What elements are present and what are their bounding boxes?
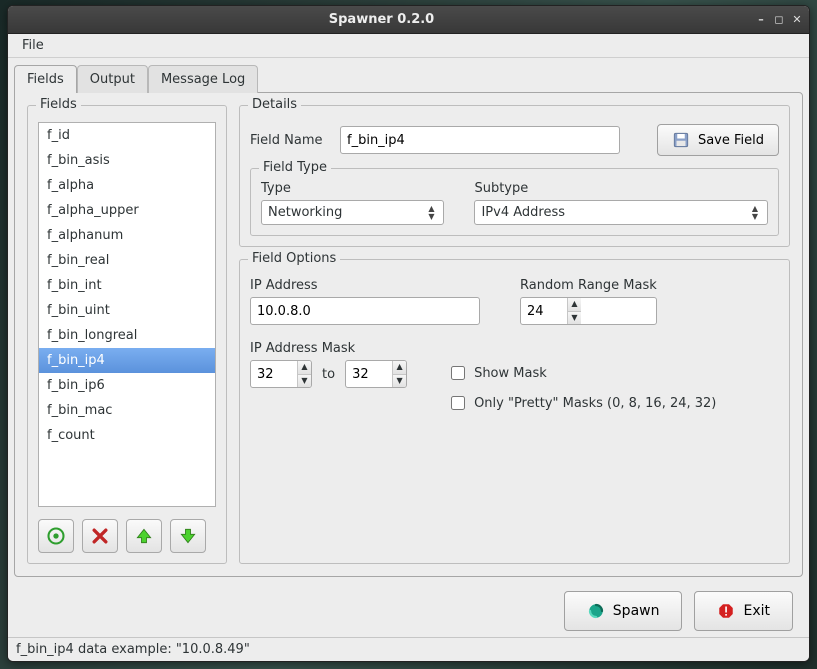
move-down-button[interactable] — [170, 519, 206, 553]
spawn-button[interactable]: Spawn — [564, 591, 683, 631]
fields-legend: Fields — [36, 97, 81, 112]
spawn-label: Spawn — [613, 603, 660, 619]
tab-output[interactable]: Output — [77, 65, 148, 93]
delete-icon — [90, 526, 110, 546]
list-item[interactable]: f_bin_ip6 — [39, 373, 215, 398]
fields-group: Fields f_idf_bin_asisf_alphaf_alpha_uppe… — [27, 105, 227, 564]
spin-up-icon[interactable]: ▲ — [298, 361, 311, 375]
type-select[interactable]: Networking ▲▼ — [261, 200, 444, 225]
save-field-label: Save Field — [698, 133, 764, 148]
field-type-group: Field Type Type Networking ▲▼ Subtype — [250, 168, 779, 236]
spin-up-icon[interactable]: ▲ — [393, 361, 406, 375]
ip-address-input[interactable] — [250, 297, 480, 325]
random-range-mask-spinner[interactable]: ▲▼ — [520, 297, 657, 325]
tab-message-log[interactable]: Message Log — [148, 65, 258, 93]
show-mask-row[interactable]: Show Mask — [447, 363, 716, 383]
arrow-up-icon — [134, 526, 154, 546]
subtype-select-value: IPv4 Address — [481, 205, 565, 220]
status-bar: f_bin_ip4 data example: "10.0.8.49" — [8, 637, 809, 661]
details-group: Details Field Name Save Field Field Type… — [239, 105, 790, 247]
exit-label: Exit — [743, 603, 770, 619]
app-window: Spawner 0.2.0 – ◻ ✕ File Fields Output M… — [7, 5, 810, 662]
fields-list[interactable]: f_idf_bin_asisf_alphaf_alpha_upperf_alph… — [38, 122, 216, 507]
list-item[interactable]: f_bin_asis — [39, 148, 215, 173]
field-type-legend: Field Type — [259, 160, 331, 175]
type-label: Type — [261, 181, 444, 196]
add-icon — [46, 526, 66, 546]
fields-list-buttons — [38, 519, 216, 553]
field-options-group: Field Options IP Address Random Range Ma… — [239, 259, 790, 564]
subtype-label: Subtype — [474, 181, 768, 196]
list-item[interactable]: f_bin_ip4 — [39, 348, 215, 373]
ip-mask-from-spinner[interactable]: ▲▼ — [250, 360, 312, 388]
pretty-masks-checkbox[interactable] — [451, 396, 465, 410]
delete-field-button[interactable] — [82, 519, 118, 553]
maximize-button[interactable]: ◻ — [773, 14, 785, 26]
field-name-input[interactable] — [340, 126, 620, 154]
ip-address-label: IP Address — [250, 278, 480, 293]
details-column: Details Field Name Save Field Field Type… — [239, 105, 790, 564]
minimize-button[interactable]: – — [755, 14, 767, 26]
chevron-updown-icon: ▲▼ — [423, 205, 439, 220]
move-up-button[interactable] — [126, 519, 162, 553]
tabstrip: Fields Output Message Log — [8, 58, 809, 92]
menubar: File — [8, 34, 809, 58]
list-item[interactable]: f_alpha — [39, 173, 215, 198]
show-mask-checkbox[interactable] — [451, 366, 465, 380]
tabpanel-fields: Fields f_idf_bin_asisf_alphaf_alpha_uppe… — [14, 92, 803, 577]
random-range-mask-input[interactable] — [521, 298, 567, 324]
chevron-updown-icon: ▲▼ — [747, 205, 763, 220]
list-item[interactable]: f_bin_longreal — [39, 323, 215, 348]
exit-button[interactable]: Exit — [694, 591, 793, 631]
random-range-mask-label: Random Range Mask — [520, 278, 657, 293]
ip-mask-to-spinner[interactable]: ▲▼ — [345, 360, 407, 388]
spin-down-icon[interactable]: ▼ — [393, 375, 406, 388]
list-item[interactable]: f_count — [39, 423, 215, 448]
spin-up-icon[interactable]: ▲ — [568, 298, 581, 312]
pretty-masks-label: Only "Pretty" Masks (0, 8, 16, 24, 32) — [474, 396, 716, 411]
list-item[interactable]: f_alpha_upper — [39, 198, 215, 223]
list-item[interactable]: f_bin_int — [39, 273, 215, 298]
ip-mask-from-input[interactable] — [251, 361, 297, 387]
add-field-button[interactable] — [38, 519, 74, 553]
field-options-legend: Field Options — [248, 251, 340, 266]
list-item[interactable]: f_bin_uint — [39, 298, 215, 323]
pretty-masks-row[interactable]: Only "Pretty" Masks (0, 8, 16, 24, 32) — [447, 393, 716, 413]
save-field-button[interactable]: Save Field — [657, 124, 779, 156]
exit-icon — [717, 602, 735, 620]
spawn-icon — [587, 602, 605, 620]
bottom-bar: Spawn Exit — [8, 581, 809, 637]
tab-fields[interactable]: Fields — [14, 65, 77, 93]
close-window-button[interactable]: ✕ — [791, 14, 803, 26]
show-mask-label: Show Mask — [474, 366, 547, 381]
list-item[interactable]: f_bin_real — [39, 248, 215, 273]
list-item[interactable]: f_alphanum — [39, 223, 215, 248]
fields-column: Fields f_idf_bin_asisf_alphaf_alpha_uppe… — [27, 105, 227, 564]
ip-mask-to-label: to — [322, 367, 335, 382]
spin-down-icon[interactable]: ▼ — [568, 312, 581, 325]
type-select-value: Networking — [268, 205, 342, 220]
titlebar: Spawner 0.2.0 – ◻ ✕ — [8, 6, 809, 34]
list-item[interactable]: f_id — [39, 123, 215, 148]
ip-mask-to-input[interactable] — [346, 361, 392, 387]
field-name-label: Field Name — [250, 133, 330, 148]
window-title: Spawner 0.2.0 — [14, 12, 749, 27]
subtype-select[interactable]: IPv4 Address ▲▼ — [474, 200, 768, 225]
spin-down-icon[interactable]: ▼ — [298, 375, 311, 388]
menu-file[interactable]: File — [14, 36, 52, 55]
arrow-down-icon — [178, 526, 198, 546]
details-legend: Details — [248, 97, 301, 112]
ip-address-mask-label: IP Address Mask — [250, 341, 407, 356]
save-icon — [672, 131, 690, 149]
list-item[interactable]: f_bin_mac — [39, 398, 215, 423]
